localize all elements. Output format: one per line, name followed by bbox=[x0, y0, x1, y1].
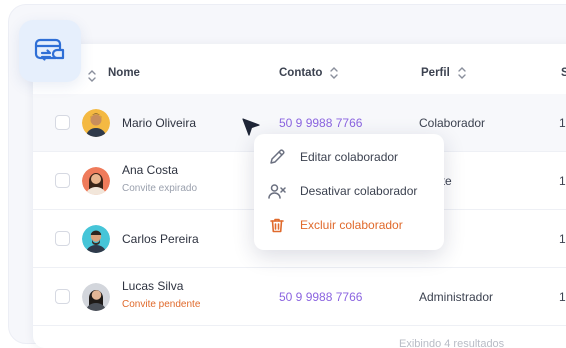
row-partial: 1 bbox=[559, 232, 566, 246]
row-profile: Administrador bbox=[419, 290, 494, 304]
trash-icon bbox=[268, 217, 286, 233]
row-partial: 1 bbox=[559, 174, 566, 188]
column-header-name-label: Nome bbox=[108, 67, 140, 79]
column-header-contact[interactable]: Contato bbox=[279, 67, 339, 79]
column-header-profile-label: Perfil bbox=[421, 67, 450, 79]
results-count: Exibindo 4 resultados bbox=[399, 338, 505, 348]
avatar-mario bbox=[82, 109, 110, 137]
row-name: Mario Oliveira bbox=[122, 116, 197, 130]
wallet-transfer-icon bbox=[34, 38, 65, 61]
row-profile: Colaborador bbox=[419, 116, 486, 130]
column-header-name[interactable]: Nome bbox=[108, 67, 140, 79]
menu-item-delete[interactable]: Excluir colaborador bbox=[254, 208, 444, 242]
row-checkbox[interactable] bbox=[55, 173, 70, 188]
avatar-carlos bbox=[82, 225, 110, 253]
menu-item-deactivate[interactable]: Desativar colaborador bbox=[254, 174, 444, 208]
sort-icon bbox=[330, 67, 339, 79]
row-name: Lucas Silva bbox=[122, 279, 184, 293]
avatar-ana bbox=[82, 167, 110, 195]
menu-item-deactivate-label: Desativar colaborador bbox=[300, 184, 418, 198]
row-status: Convite pendente bbox=[122, 299, 201, 310]
row-status: Convite expirado bbox=[122, 183, 198, 194]
column-header-partial[interactable]: S bbox=[561, 67, 566, 79]
row-context-menu: Editar colaborador Desativar colaborador… bbox=[254, 134, 444, 250]
row-contact[interactable]: 50 9 9988 7766 bbox=[279, 290, 362, 304]
column-header-partial-label: S bbox=[561, 67, 566, 79]
avatar-lucas bbox=[82, 283, 110, 311]
table-row[interactable]: Lucas Silva Convite pendente 50 9 9988 7… bbox=[33, 268, 566, 326]
menu-item-delete-label: Excluir colaborador bbox=[300, 218, 403, 232]
row-name: Carlos Pereira bbox=[122, 232, 199, 246]
menu-item-edit[interactable]: Editar colaborador bbox=[254, 140, 444, 174]
row-checkbox[interactable] bbox=[55, 231, 70, 246]
row-partial: 1 bbox=[559, 116, 566, 130]
app-badge bbox=[19, 20, 81, 82]
sort-icon bbox=[458, 67, 466, 79]
sort-icon[interactable] bbox=[88, 69, 96, 82]
row-name: Ana Costa bbox=[122, 163, 179, 177]
menu-item-edit-label: Editar colaborador bbox=[300, 150, 399, 164]
row-contact[interactable]: 50 9 9988 7766 bbox=[279, 116, 362, 130]
column-header-profile[interactable]: Perfil bbox=[421, 67, 466, 79]
pencil-icon bbox=[268, 149, 286, 165]
row-checkbox[interactable] bbox=[55, 289, 70, 304]
row-checkbox[interactable] bbox=[55, 115, 70, 130]
column-header-contact-label: Contato bbox=[279, 67, 323, 79]
row-partial: 1 bbox=[559, 290, 566, 304]
user-x-icon bbox=[268, 183, 286, 199]
